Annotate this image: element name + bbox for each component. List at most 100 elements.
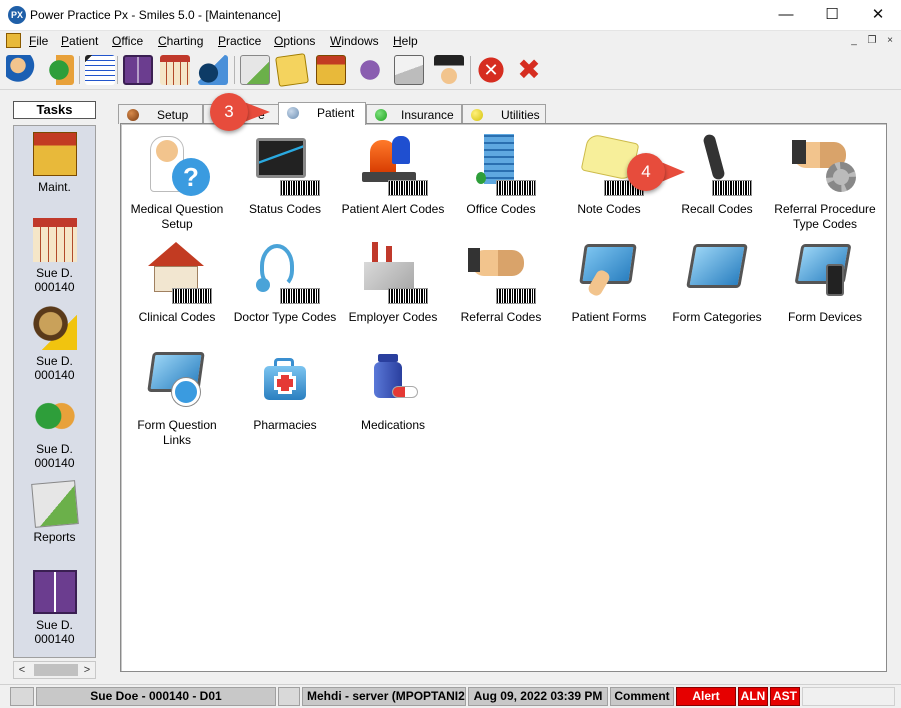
status-datetime: Aug 09, 2022 03:39 PM [468,687,608,706]
medical-question-setup-item[interactable]: ? Medical Question Setup [123,132,231,232]
mdi-restore-button[interactable]: ❐ [864,35,880,48]
task-label: Sue D. 000140 [34,354,75,382]
status-codes-item[interactable]: Status Codes [231,132,339,217]
edit-list-icon[interactable] [85,55,115,85]
scroll-left-button[interactable]: < [14,662,30,678]
edi-icon[interactable] [355,55,385,85]
envelope-icon[interactable] [394,55,424,85]
close-button[interactable]: ✕ [855,0,901,31]
exchange-arrows-icon [32,394,77,438]
reports-icon [30,480,79,528]
task-item-chart[interactable]: Sue D. 000140 [14,218,95,294]
tab-patient[interactable]: Patient [278,102,366,125]
minimize-button[interactable]: — [763,0,809,31]
scroll-thumb[interactable] [34,664,78,676]
office-codes-item[interactable]: Office Codes [447,132,555,217]
toolbar-separator [117,56,118,84]
item-label: Recall Codes [681,202,753,216]
patient-forms-item[interactable]: Patient Forms [555,240,663,325]
status-ast[interactable]: AST [770,687,800,706]
item-label: Form Devices [787,310,862,324]
form-categories-item[interactable]: Form Categories [663,240,771,325]
task-label: Sue D. 000140 [34,442,75,470]
status-comment[interactable]: Comment [610,687,674,706]
camera-icon[interactable] [10,687,34,706]
phone-barcode-icon [682,132,752,198]
tab-setup[interactable]: Setup [118,104,203,124]
status-aln[interactable]: ALN [738,687,768,706]
cancel-circle-icon[interactable]: ✕ [476,55,506,85]
monitor-barcode-icon [250,132,320,198]
touchscreen-icon [574,240,644,306]
status-user: Mehdi - server (MPOPTANI2 [302,687,466,706]
form-devices-item[interactable]: Form Devices [771,240,879,325]
menu-help[interactable]: Help [393,34,418,48]
task-item-reports[interactable]: Reports [14,480,95,544]
patients-icon[interactable] [6,55,36,85]
user-connection-icon[interactable] [278,687,300,706]
doctor-type-codes-item[interactable]: Doctor Type Codes [231,240,339,325]
laptop-link-icon [142,348,212,414]
tasks-scrollbar[interactable]: < > [13,661,96,679]
barcode-icon [496,180,536,196]
medicine-bottle-icon [358,348,428,414]
status-alert[interactable]: Alert [676,687,736,706]
referral-codes-item[interactable]: Referral Codes [447,240,555,325]
item-label: Patient Alert Codes [341,202,445,216]
tab-label: Patient [317,106,355,120]
maintenance-box-icon[interactable] [316,55,346,85]
menu-patient[interactable]: Patient [61,34,98,48]
memo-icon[interactable] [275,53,309,87]
item-label: Form Question Links [137,418,217,447]
form-question-links-item[interactable]: Form Question Links [123,348,231,448]
callout-badge: 3 [210,93,248,131]
alert-beacon-barcode-icon [358,132,428,198]
menu-options[interactable]: Options [274,34,315,48]
barcode-icon [496,288,536,304]
mdi-minimize-button[interactable]: _ [846,35,862,48]
toolbar-separator [79,56,80,84]
chart-icon[interactable] [160,55,190,85]
tab-insurance[interactable]: Insurance [366,104,462,124]
reports-icon[interactable] [240,55,270,85]
close-x-icon[interactable]: ✖ [514,55,544,85]
camera-image-icon[interactable] [198,55,228,85]
tab-dot-icon [375,109,387,121]
tab-utilities[interactable]: Utilities [462,104,546,124]
menu-file[interactable]: File [29,34,48,48]
callout-badge: 4 [627,153,665,191]
menu-office[interactable]: Office [112,34,143,48]
maximize-button[interactable]: ☐ [809,0,855,31]
patient-alert-codes-item[interactable]: Patient Alert Codes [339,132,447,217]
toolbar: ✕ ✖ [0,52,901,90]
scroll-right-button[interactable]: > [79,662,95,678]
mdi-close-button[interactable]: × [882,35,898,48]
window-title: Power Practice Px - Smiles 5.0 - [Mainte… [30,8,281,22]
task-item-exchange[interactable]: Sue D. 000140 [14,394,95,470]
item-label: Referral Procedure Type Codes [774,202,876,231]
exchange-arrows-icon[interactable] [44,55,74,85]
toolbar-separator [234,56,235,84]
handshake-gear-icon [790,132,860,198]
medications-item[interactable]: Medications [339,348,447,433]
menu-windows[interactable]: Windows [330,34,379,48]
mdi-child-icon[interactable] [6,33,21,48]
alert-person-icon [32,306,77,350]
clinical-codes-item[interactable]: Clinical Codes [123,240,231,325]
menu-practice[interactable]: Practice [218,34,261,48]
barcode-icon [280,180,320,196]
item-label: Doctor Type Codes [233,310,337,324]
stethoscope-barcode-icon [250,240,320,306]
task-item-alert[interactable]: Sue D. 000140 [14,306,95,382]
first-aid-kit-icon [250,348,320,414]
ledger-book-icon[interactable] [123,55,153,85]
referral-procedure-type-codes-item[interactable]: Referral Procedure Type Codes [771,132,879,232]
pharmacies-item[interactable]: Pharmacies [231,348,339,433]
menu-charting[interactable]: Charting [158,34,203,48]
item-label: Office Codes [466,202,536,216]
task-item-maint[interactable]: Maint. [14,132,95,194]
task-item-ledger[interactable]: Sue D. 000140 [14,570,95,646]
graduation-cap-icon[interactable] [434,55,464,85]
employer-codes-item[interactable]: Employer Codes [339,240,447,325]
chart-icon [32,218,77,262]
